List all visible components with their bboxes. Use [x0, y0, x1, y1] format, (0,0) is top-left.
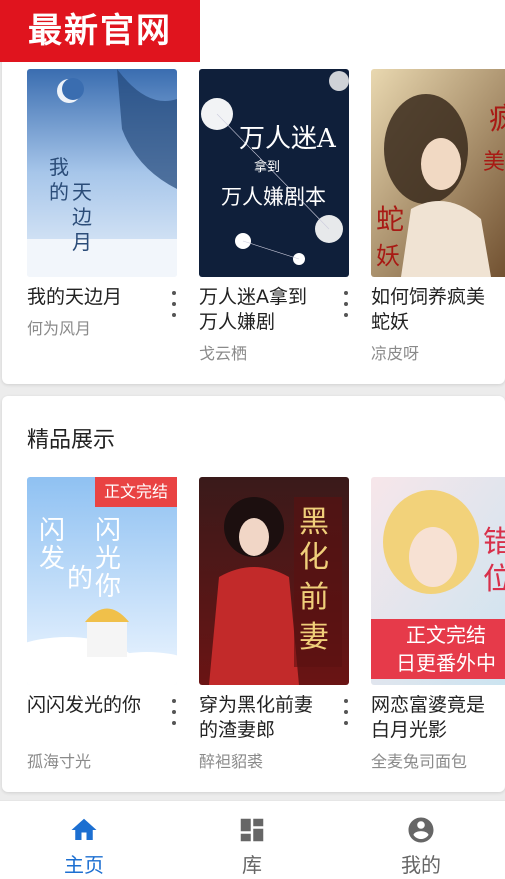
- bottom-navigation: 主页 库 我的: [0, 800, 505, 879]
- book-cover[interactable]: 我 的 天 边 月: [27, 69, 177, 277]
- svg-text:万人嫌剧本: 万人嫌剧本: [221, 185, 326, 209]
- svg-text:疯: 疯: [489, 102, 505, 137]
- svg-text:妖: 妖: [376, 242, 400, 270]
- svg-text:光: 光: [95, 544, 121, 574]
- account-circle-icon: [408, 817, 434, 843]
- book-author: 凉皮呀: [371, 344, 420, 363]
- svg-text:发: 发: [39, 544, 65, 574]
- featured-card: 精品展示 闪 发 闪 光 的 你 正文完结 闪闪发光的你 孤海寸光 黑 化 前 …: [2, 396, 505, 792]
- banner-line: 日更番外中: [396, 651, 496, 675]
- more-vert-icon[interactable]: [339, 291, 353, 317]
- svg-text:你: 你: [95, 572, 121, 602]
- svg-text:蛇: 蛇: [376, 203, 404, 236]
- svg-text:美: 美: [483, 150, 505, 175]
- book-cover[interactable]: 闪 发 闪 光 的 你: [27, 477, 177, 685]
- nav-profile[interactable]: 我的: [337, 801, 505, 879]
- nav-library-label: 库: [242, 853, 262, 877]
- more-vert-icon[interactable]: [339, 699, 353, 725]
- nav-library[interactable]: 库: [168, 801, 336, 879]
- site-watermark: 最新官网: [0, 0, 200, 62]
- book-author: 戈云栖: [199, 344, 248, 363]
- nav-home-label: 主页: [64, 853, 104, 877]
- status-banner: 正文完结 日更番外中: [371, 619, 505, 679]
- book-author: 全麦兔司面包: [371, 752, 468, 771]
- book-cover[interactable]: 黑 化 前 妻: [199, 477, 349, 685]
- svg-text:前: 前: [299, 580, 329, 615]
- svg-text:错: 错: [483, 525, 505, 560]
- svg-text:边: 边: [72, 205, 92, 229]
- book-cover[interactable]: 疯 美 蛇 妖: [371, 69, 505, 277]
- home-icon: [71, 818, 97, 840]
- book-author: 孤海寸光: [27, 752, 92, 771]
- section-title: 精品展示: [27, 428, 116, 453]
- svg-text:化: 化: [299, 540, 329, 575]
- svg-text:月: 月: [72, 230, 92, 254]
- svg-text:万人迷A: 万人迷A: [239, 124, 337, 154]
- svg-text:的: 的: [49, 180, 69, 204]
- book-title: 闪闪发光的你: [27, 694, 142, 716]
- svg-text:天: 天: [72, 180, 92, 204]
- cover-title-text: 我: [49, 155, 69, 179]
- svg-text:拿到: 拿到: [254, 159, 280, 175]
- book-title: 穿为黑化前妻的渣妻郎: [199, 694, 314, 741]
- svg-text:闪: 闪: [95, 516, 121, 546]
- book-author: 醉袒貂裘: [199, 752, 264, 771]
- book-title: 网恋富婆竟是白月光影: [371, 694, 486, 741]
- svg-text:妻: 妻: [299, 620, 329, 655]
- book-cover[interactable]: 万人迷A 拿到 万人嫌剧本: [199, 69, 349, 277]
- svg-text:的: 的: [67, 564, 93, 594]
- book-title: 我的天边月: [27, 286, 123, 308]
- more-vert-icon[interactable]: [167, 699, 181, 725]
- book-author: 何为风月: [27, 319, 92, 338]
- status-badge: 正文完结: [95, 477, 177, 507]
- book-title: 如何饲养疯美蛇妖: [371, 286, 486, 333]
- svg-text:黑: 黑: [299, 505, 329, 540]
- book-title: 万人迷A拿到万人嫌剧: [199, 286, 307, 333]
- nav-profile-label: 我的: [401, 853, 441, 877]
- svg-text:位: 位: [483, 562, 505, 597]
- banner-line: 正文完结: [406, 623, 486, 647]
- svg-text:闪: 闪: [39, 516, 65, 546]
- nav-home[interactable]: 主页: [0, 801, 168, 879]
- dashboard-icon: [240, 818, 264, 842]
- more-vert-icon[interactable]: [167, 291, 181, 317]
